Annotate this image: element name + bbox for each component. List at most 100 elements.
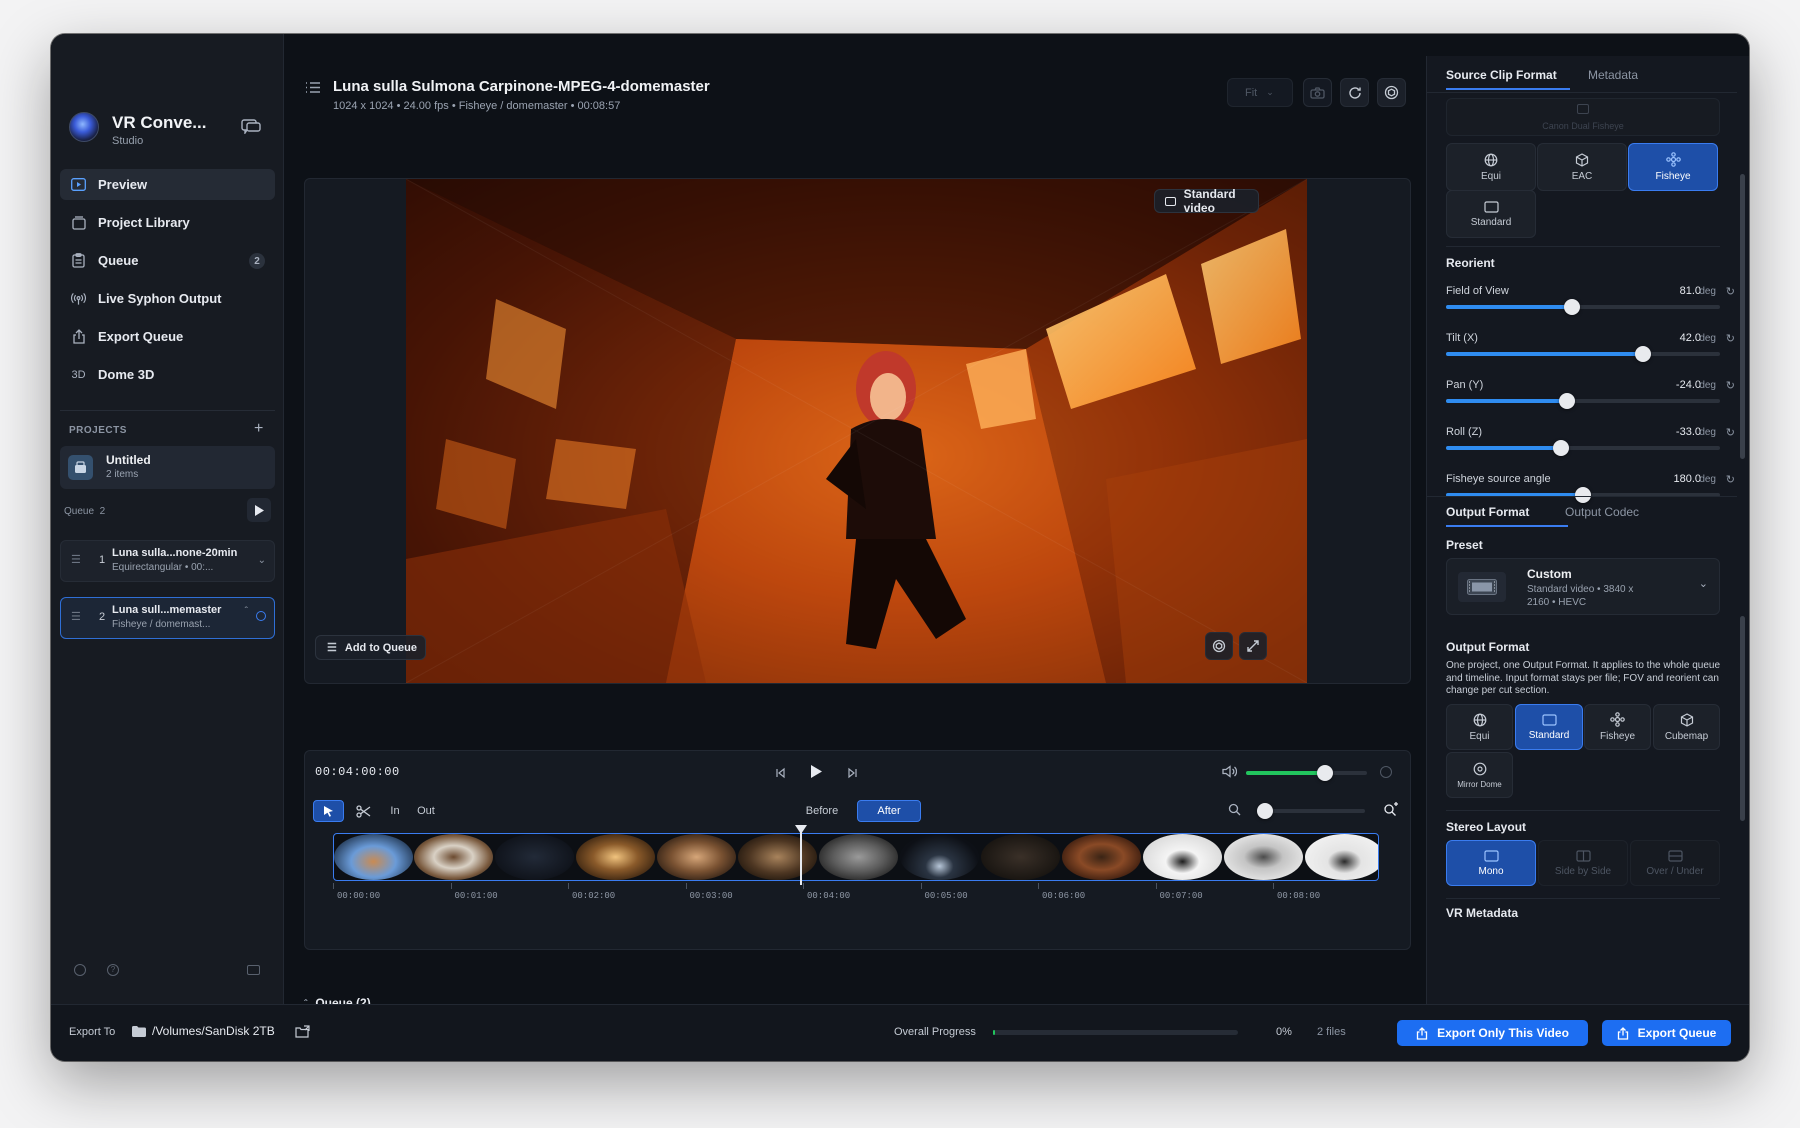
add-to-queue-button[interactable]: ☰ Add to Queue bbox=[315, 635, 426, 660]
volume-icon[interactable] bbox=[1222, 765, 1238, 783]
vr-view-button[interactable] bbox=[1205, 632, 1233, 660]
export-queue-button[interactable]: Export Queue bbox=[1602, 1020, 1731, 1046]
help-icon[interactable]: ? bbox=[107, 964, 119, 976]
output-format-fisheye[interactable]: Fisheye bbox=[1584, 704, 1651, 750]
stereo-over-under[interactable]: Over / Under bbox=[1630, 840, 1720, 886]
slider-value[interactable]: 180.0 bbox=[1673, 473, 1701, 485]
format-standard[interactable]: Standard bbox=[1446, 190, 1536, 238]
sidebar-item-dome-3d[interactable]: 3D Dome 3D bbox=[60, 359, 275, 390]
step-back-button[interactable] bbox=[775, 766, 787, 784]
chevron-up-icon[interactable]: ˆ bbox=[245, 606, 248, 617]
slider-track[interactable] bbox=[1446, 440, 1720, 456]
volume-slider[interactable] bbox=[1246, 765, 1367, 781]
fit-select[interactable]: Fit ⌄ bbox=[1227, 78, 1293, 107]
slider-knob[interactable] bbox=[1553, 440, 1570, 456]
refresh-button[interactable] bbox=[1340, 78, 1369, 107]
export-only-this-video-button[interactable]: Export Only This Video bbox=[1397, 1020, 1588, 1046]
drag-handle-icon[interactable]: ☰ bbox=[71, 610, 81, 623]
playhead[interactable] bbox=[794, 825, 807, 885]
output-format-mirror-dome[interactable]: Mirror Dome bbox=[1446, 752, 1513, 798]
clip-title: Luna sulla Sulmona Carpinone-MPEG-4-dome… bbox=[333, 78, 710, 95]
queue-item[interactable]: ☰ 2 Luna sull...memaster Fisheye / domem… bbox=[60, 597, 275, 639]
snapshot-button[interactable] bbox=[1303, 78, 1332, 107]
format-eac[interactable]: EAC bbox=[1537, 143, 1627, 191]
step-forward-button[interactable] bbox=[846, 766, 858, 784]
reset-icon[interactable]: ↻ bbox=[1726, 332, 1735, 345]
timeline-tick bbox=[333, 883, 334, 889]
filmstrip[interactable] bbox=[333, 833, 1379, 881]
slider-knob[interactable] bbox=[1564, 299, 1581, 315]
chevron-down-icon[interactable]: ⌄ bbox=[258, 555, 266, 566]
audio-settings-icon[interactable] bbox=[1380, 766, 1392, 778]
list-icon[interactable] bbox=[305, 81, 321, 99]
slider-knob[interactable] bbox=[1635, 346, 1652, 362]
slider-track[interactable] bbox=[1446, 393, 1720, 409]
output-format-standard[interactable]: Standard bbox=[1515, 704, 1583, 750]
play-queue-button[interactable] bbox=[247, 498, 271, 522]
zoom-out-icon[interactable] bbox=[1228, 803, 1241, 821]
vr-mode-button[interactable] bbox=[1377, 78, 1406, 107]
timeline-zoom-slider[interactable] bbox=[1257, 803, 1365, 819]
chat-icon[interactable] bbox=[241, 118, 261, 139]
slider-track[interactable] bbox=[1446, 346, 1720, 362]
scrollbar[interactable] bbox=[1740, 616, 1745, 821]
slider-knob[interactable] bbox=[1558, 393, 1575, 409]
sidebar-item-export-queue[interactable]: Export Queue bbox=[60, 321, 275, 352]
rectangle-icon bbox=[1483, 200, 1499, 213]
tab-output-format[interactable]: Output Format bbox=[1446, 505, 1529, 519]
queue-label: Queue 2 bbox=[64, 506, 106, 517]
slider-value[interactable]: 42.0 bbox=[1680, 332, 1701, 344]
slider-knob[interactable] bbox=[1575, 487, 1591, 503]
after-button[interactable]: After bbox=[857, 800, 921, 822]
sidebar-item-project-library[interactable]: Project Library bbox=[60, 207, 275, 238]
canon-dual-fisheye-option[interactable]: Canon Dual Fisheye bbox=[1446, 98, 1720, 136]
slider-value[interactable]: -24.0 bbox=[1676, 379, 1701, 391]
in-button[interactable]: In bbox=[383, 800, 407, 822]
output-format-equi[interactable]: Equi bbox=[1446, 704, 1513, 750]
export-path[interactable]: /Volumes/SanDisk 2TB bbox=[132, 1024, 275, 1038]
output-format-cubemap[interactable]: Cubemap bbox=[1653, 704, 1720, 750]
volume-knob[interactable] bbox=[1316, 765, 1333, 781]
cut-tool-button[interactable] bbox=[349, 800, 377, 822]
reset-icon[interactable]: ↻ bbox=[1726, 426, 1735, 439]
before-button[interactable]: Before bbox=[794, 800, 850, 822]
zoom-knob[interactable] bbox=[1257, 803, 1274, 819]
video-frame[interactable] bbox=[406, 179, 1307, 683]
video-image bbox=[406, 179, 1307, 683]
sidebar-item-queue[interactable]: Queue 2 bbox=[60, 245, 275, 276]
select-tool-button[interactable] bbox=[313, 800, 344, 822]
standard-video-toggle[interactable]: Standard video bbox=[1154, 187, 1259, 215]
refresh-icon bbox=[1348, 86, 1361, 99]
out-button[interactable]: Out bbox=[411, 800, 441, 822]
cube-icon bbox=[1575, 152, 1589, 167]
slider-value[interactable]: -33.0 bbox=[1676, 426, 1701, 438]
reset-icon[interactable]: ↻ bbox=[1726, 379, 1735, 392]
slider-track[interactable] bbox=[1446, 299, 1720, 315]
change-folder-icon[interactable] bbox=[295, 1025, 310, 1043]
playhead-handle-icon[interactable] bbox=[794, 825, 807, 834]
tab-output-codec[interactable]: Output Codec bbox=[1565, 505, 1639, 519]
stereo-mono[interactable]: Mono bbox=[1446, 840, 1536, 886]
reset-icon[interactable]: ↻ bbox=[1726, 473, 1735, 486]
stereo-side-by-side[interactable]: Side by Side bbox=[1538, 840, 1628, 886]
preset-select[interactable]: Custom Standard video • 3840 x 2160 • HE… bbox=[1446, 558, 1720, 615]
project-item[interactable]: Untitled 2 items bbox=[60, 446, 275, 489]
sidebar-item-live-syphon-output[interactable]: Live Syphon Output bbox=[60, 283, 275, 314]
scrollbar[interactable] bbox=[1740, 174, 1745, 459]
settings-icon[interactable] bbox=[74, 964, 86, 976]
format-fisheye[interactable]: Fisheye bbox=[1628, 143, 1718, 191]
tab-source-clip-format[interactable]: Source Clip Format bbox=[1446, 68, 1557, 82]
reset-icon[interactable]: ↻ bbox=[1726, 285, 1735, 298]
slider-value[interactable]: 81.0 bbox=[1680, 285, 1701, 297]
fullscreen-button[interactable] bbox=[1239, 632, 1267, 660]
toggle-sidebar-icon[interactable] bbox=[247, 965, 260, 975]
timecode: 00:04:00:00 bbox=[315, 765, 400, 779]
drag-handle-icon[interactable]: ☰ bbox=[71, 553, 81, 566]
add-project-icon[interactable]: + bbox=[254, 420, 263, 438]
sidebar-item-preview[interactable]: Preview bbox=[60, 169, 275, 200]
queue-item[interactable]: ☰ 1 Luna sulla...none-20min Equirectangu… bbox=[60, 540, 275, 582]
format-equi[interactable]: Equi bbox=[1446, 143, 1536, 191]
zoom-in-icon[interactable] bbox=[1383, 800, 1399, 821]
tab-metadata[interactable]: Metadata bbox=[1588, 68, 1638, 82]
play-button[interactable] bbox=[811, 765, 822, 783]
